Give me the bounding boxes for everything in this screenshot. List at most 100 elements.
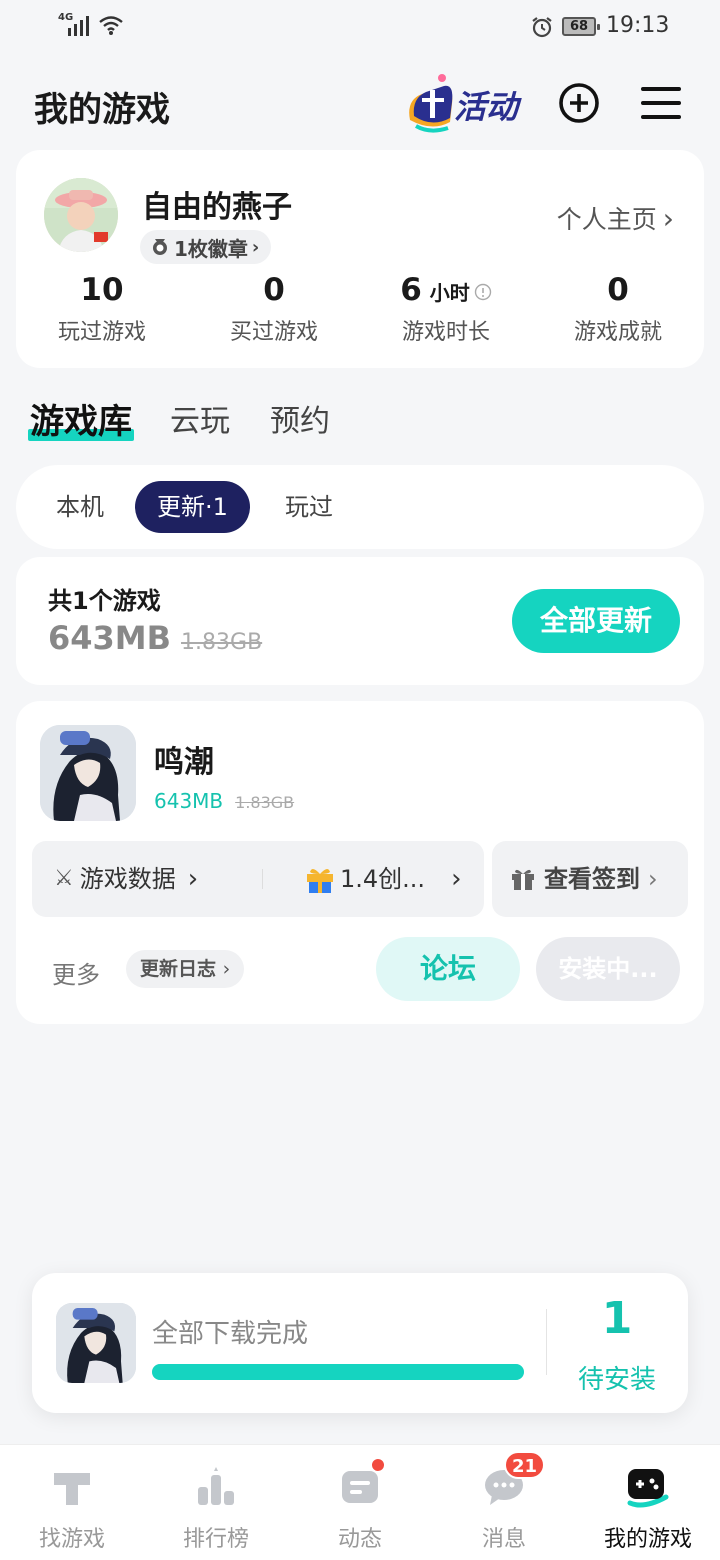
stat-unit: 小时 [429, 281, 470, 305]
nav-label: 消息 [481, 1527, 526, 1552]
changelog-button[interactable]: 更新日志 › [126, 950, 245, 988]
activity-button[interactable]: 活动 [402, 70, 526, 136]
game-card: 鸣潮 643MB 1.83GB ⚔ 游戏数据 › 1.4创... › 查看签到 … [16, 701, 704, 1024]
add-game-icon[interactable] [558, 82, 600, 124]
game-data-link[interactable]: ⚔ 游戏数据 › [54, 841, 198, 917]
game-size: 643MB 1.83GB [154, 789, 294, 813]
original-size: 1.83GB [181, 630, 263, 655]
chevron-right-icon: › [251, 236, 260, 258]
tab-label: 游戏库 [30, 402, 132, 442]
filter-played[interactable]: 玩过 [263, 481, 355, 533]
notification-dot [370, 1457, 386, 1473]
update-size: 643MB [48, 619, 172, 657]
nav-label: 排行榜 [182, 1527, 249, 1552]
tab-label: 预约 [270, 404, 330, 439]
stat-games-played[interactable]: 10 玩过游戏 [16, 272, 188, 346]
game-original-size: 1.83GB [235, 793, 295, 812]
stat-label: 玩过游戏 [57, 320, 146, 345]
download-status: 全部下载完成 [152, 1319, 309, 1349]
stat-label: 游戏时长 [401, 320, 490, 345]
chevron-right-icon: › [187, 864, 199, 894]
tab-cloud-play[interactable]: 云玩 [170, 396, 230, 440]
badge-label: 1枚徽章 [174, 236, 248, 261]
signin-button[interactable]: 查看签到 › [510, 841, 658, 917]
gift-icon [512, 869, 534, 890]
promo-label: 1.4创... [340, 865, 426, 893]
download-progress-fill [152, 1364, 524, 1380]
username: 自由的燕子 [142, 190, 292, 225]
cellular-signal-icon: 4G [58, 12, 89, 36]
stat-games-bought[interactable]: 0 买过游戏 [188, 272, 360, 346]
promo-link[interactable]: 1.4创... › [304, 841, 461, 917]
filter-updates[interactable]: 更新·1 [135, 481, 250, 533]
game-count: 共1个游戏 [48, 587, 161, 615]
tab-reservations[interactable]: 预约 [270, 396, 330, 440]
game-icon[interactable] [40, 725, 136, 821]
homepage-label: 个人主页 [556, 205, 657, 234]
chevron-right-icon: › [451, 864, 462, 894]
nav-feed[interactable]: 动态 [288, 1445, 432, 1560]
divider [262, 869, 263, 889]
swords-icon: ⚔ [54, 866, 74, 891]
pending-install-count: 1 [601, 1293, 633, 1344]
badge-button[interactable]: 1枚徽章 › [140, 230, 272, 264]
stat-value: 6 [400, 272, 422, 308]
bottom-nav: 找游戏 排行榜 动态 21 消息 我的游戏 [0, 1444, 720, 1560]
download-progress-bar [152, 1364, 524, 1380]
medal-icon [153, 239, 167, 255]
more-label: 更多 [52, 961, 100, 989]
my-games-icon [627, 1469, 669, 1508]
gift-icon [307, 868, 333, 893]
nav-label: 我的游戏 [603, 1527, 692, 1552]
update-all-button[interactable]: 全部更新 [512, 589, 680, 653]
homepage-link[interactable]: 个人主页 › [557, 200, 674, 236]
chevron-right-icon: › [662, 201, 674, 235]
stat-label: 游戏成就 [573, 320, 662, 345]
chevron-right-icon: › [648, 865, 658, 893]
download-game-thumbnail [56, 1303, 136, 1383]
stat-achievements[interactable]: 0 游戏成就 [532, 272, 704, 346]
nav-messages[interactable]: 21 消息 [432, 1445, 576, 1560]
signin-label: 查看签到 [544, 865, 640, 893]
nav-my-games[interactable]: 我的游戏 [576, 1445, 720, 1560]
filter-bar: 本机 更新·1 玩过 [16, 465, 704, 549]
stat-label: 买过游戏 [229, 320, 318, 345]
game-data-label: 游戏数据 [79, 865, 176, 893]
stat-value: 10 [80, 272, 124, 308]
stat-value: 0 [607, 272, 629, 308]
info-icon[interactable] [474, 283, 492, 301]
clock: 19:13 [606, 13, 670, 38]
activity-label: 活动 [454, 88, 519, 126]
download-panel[interactable]: 全部下载完成 1 待安装 [32, 1273, 688, 1413]
tab-label: 云玩 [170, 404, 230, 439]
find-game-icon [54, 1473, 90, 1505]
tab-game-library[interactable]: 游戏库 [28, 394, 134, 443]
nav-label: 找游戏 [38, 1527, 105, 1552]
game-info-panel: ⚔ 游戏数据 › 1.4创... › [32, 841, 484, 917]
stat-play-time[interactable]: 6 小时 游戏时长 [360, 272, 532, 346]
network-type: 4G [58, 12, 74, 23]
game-update-size: 643MB [154, 789, 224, 813]
ranking-icon [198, 1467, 234, 1505]
pending-install-label: 待安装 [577, 1365, 656, 1395]
nav-ranking[interactable]: 排行榜 [144, 1445, 288, 1560]
install-button[interactable]: 安装中... [536, 937, 680, 1001]
stat-value: 0 [263, 272, 285, 308]
alarm-icon [532, 17, 552, 38]
divider [546, 1309, 547, 1375]
page-title: 我的游戏 [34, 90, 170, 130]
update-summary-card: 共1个游戏 643MB 1.83GB 全部更新 [16, 557, 704, 685]
forum-button[interactable]: 论坛 [376, 937, 520, 1001]
nav-find-game[interactable]: 找游戏 [0, 1445, 144, 1560]
signin-panel[interactable]: 查看签到 › [492, 841, 688, 917]
total-size: 643MB 1.83GB [48, 619, 262, 657]
status-bar: 4G 68 19:13 [0, 0, 720, 56]
nav-label: 动态 [337, 1527, 382, 1552]
game-name: 鸣潮 [154, 745, 214, 780]
menu-icon[interactable] [640, 82, 682, 124]
filter-local[interactable]: 本机 [34, 481, 126, 533]
battery-icon: 68 [562, 17, 600, 36]
wifi-icon [99, 16, 123, 35]
profile-card: 自由的燕子 1枚徽章 › 个人主页 › 10 玩过游戏 0 买过游戏 6 小时 [16, 150, 704, 368]
avatar[interactable] [44, 178, 118, 252]
